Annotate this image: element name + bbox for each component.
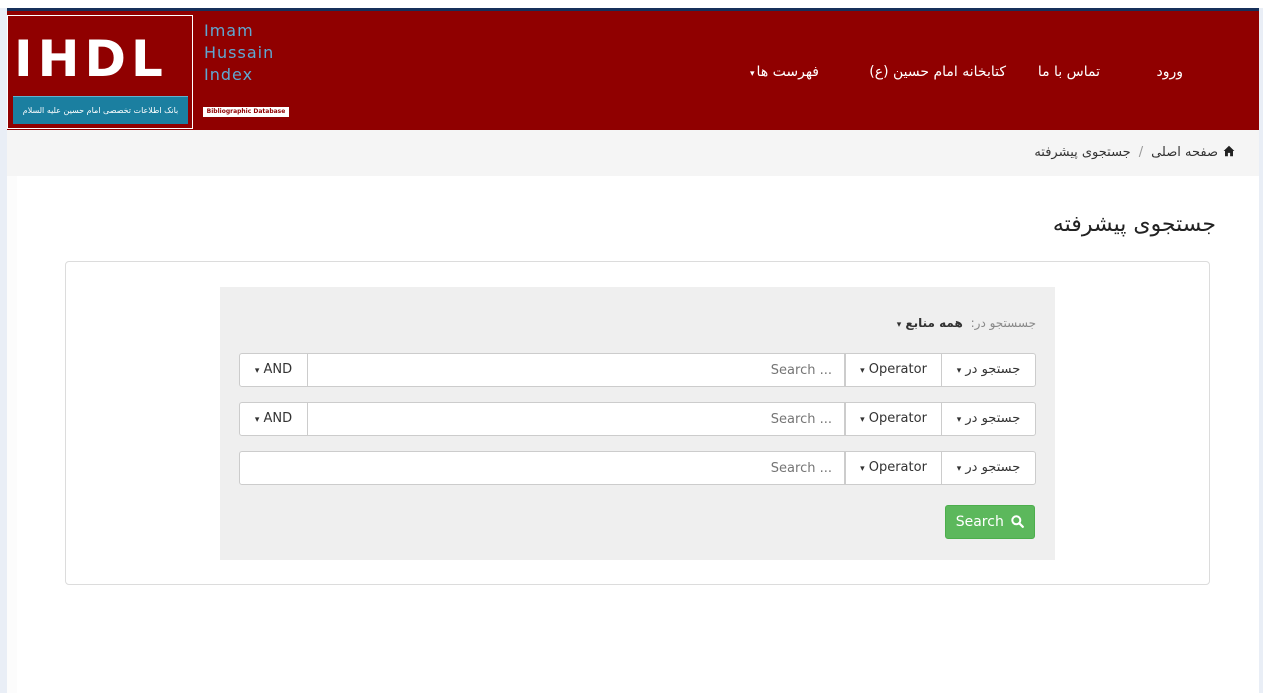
logo-word: Hussain: [204, 43, 275, 62]
nav-login[interactable]: ورود: [1156, 64, 1183, 80]
search-row: جستجو در ▾ ▾ Operator: [239, 451, 1036, 485]
breadcrumb: صفحه اصلی / جستجوی پیشرفته: [7, 130, 1259, 176]
search-input[interactable]: [239, 451, 845, 485]
nav-lists-label: فهرست ها: [756, 64, 819, 80]
top-line: [0, 0, 1263, 8]
operator-dropdown[interactable]: ▾ Operator: [845, 402, 942, 436]
search-button-label: Search: [955, 514, 1004, 530]
search-row: جستجو در ▾ ▾ Operator ▾ AND: [239, 402, 1036, 436]
scope-dropdown[interactable]: همه منابع ▾: [897, 316, 963, 330]
logo-subtitle: بانک اطلاعات تخصصی امام حسین علیه السلام: [13, 96, 188, 124]
header-topbar: [7, 8, 1259, 11]
caret-down-icon: ▾: [860, 366, 865, 376]
caret-down-icon: ▾: [956, 415, 962, 425]
scope-label: جسستجو در:: [970, 316, 1036, 330]
operator-label: Operator: [868, 362, 927, 377]
field-dropdown[interactable]: جستجو در ▾: [941, 353, 1036, 387]
field-dropdown[interactable]: جستجو در ▾: [941, 402, 1036, 436]
logo-word: Imam: [204, 21, 254, 40]
caret-down-icon: ▾: [254, 415, 260, 425]
logo-badge: Bibliographic Database: [203, 107, 289, 117]
operator-label: Operator: [868, 411, 927, 426]
breadcrumb-home-link[interactable]: صفحه اصلی: [1151, 145, 1218, 160]
search-input[interactable]: [307, 402, 845, 436]
search-icon: [1011, 515, 1025, 528]
search-button[interactable]: Search: [945, 505, 1035, 539]
breadcrumb-trail: صفحه اصلی / جستجوی پیشرفته: [1034, 145, 1235, 160]
breadcrumb-separator: /: [1138, 145, 1144, 160]
field-dropdown[interactable]: جستجو در ▾: [941, 451, 1036, 485]
conjunction-dropdown[interactable]: ▾ AND: [239, 353, 308, 387]
nav-library[interactable]: کتابخانه امام حسین (ع): [869, 64, 1006, 80]
search-input[interactable]: [307, 353, 845, 387]
nav-contact[interactable]: تماس با ما: [1038, 64, 1100, 80]
logo-letters: IHDL: [14, 30, 168, 88]
caret-down-icon: ▾: [750, 69, 755, 79]
operator-dropdown[interactable]: ▾ Operator: [845, 353, 942, 387]
caret-down-icon: ▾: [860, 415, 865, 425]
site-logo[interactable]: IHDL بانک اطلاعات تخصصی امام حسین علیه ا…: [7, 15, 193, 129]
caret-down-icon: ▾: [254, 366, 260, 376]
field-label: جستجو در: [965, 460, 1021, 475]
conjunction-dropdown[interactable]: ▾ AND: [239, 402, 308, 436]
field-label: جستجو در: [965, 411, 1021, 426]
operator-dropdown[interactable]: ▾ Operator: [845, 451, 942, 485]
home-icon: [1223, 145, 1235, 157]
logo-wordmark: Imam Hussain Index: [204, 20, 274, 86]
scope-value: همه منابع: [905, 316, 963, 330]
caret-down-icon: ▾: [860, 464, 865, 474]
nav-lists-dropdown[interactable]: فهرست ها▾: [750, 64, 819, 80]
caret-down-icon: ▾: [896, 320, 902, 330]
operator-label: Operator: [868, 460, 927, 475]
search-scope: جسستجو در: همه منابع ▾: [897, 316, 1036, 330]
field-label: جستجو در: [965, 362, 1021, 377]
site-header: IHDL بانک اطلاعات تخصصی امام حسین علیه ا…: [7, 8, 1259, 130]
page-title: جستجوی پیشرفته: [1052, 212, 1216, 237]
logo-word: Index: [204, 65, 254, 84]
search-row: جستجو در ▾ ▾ Operator ▾ AND: [239, 353, 1036, 387]
conjunction-label: AND: [263, 411, 293, 426]
caret-down-icon: ▾: [956, 464, 962, 474]
breadcrumb-current: جستجوی پیشرفته: [1034, 145, 1131, 160]
conjunction-label: AND: [263, 362, 293, 377]
caret-down-icon: ▾: [956, 366, 962, 376]
